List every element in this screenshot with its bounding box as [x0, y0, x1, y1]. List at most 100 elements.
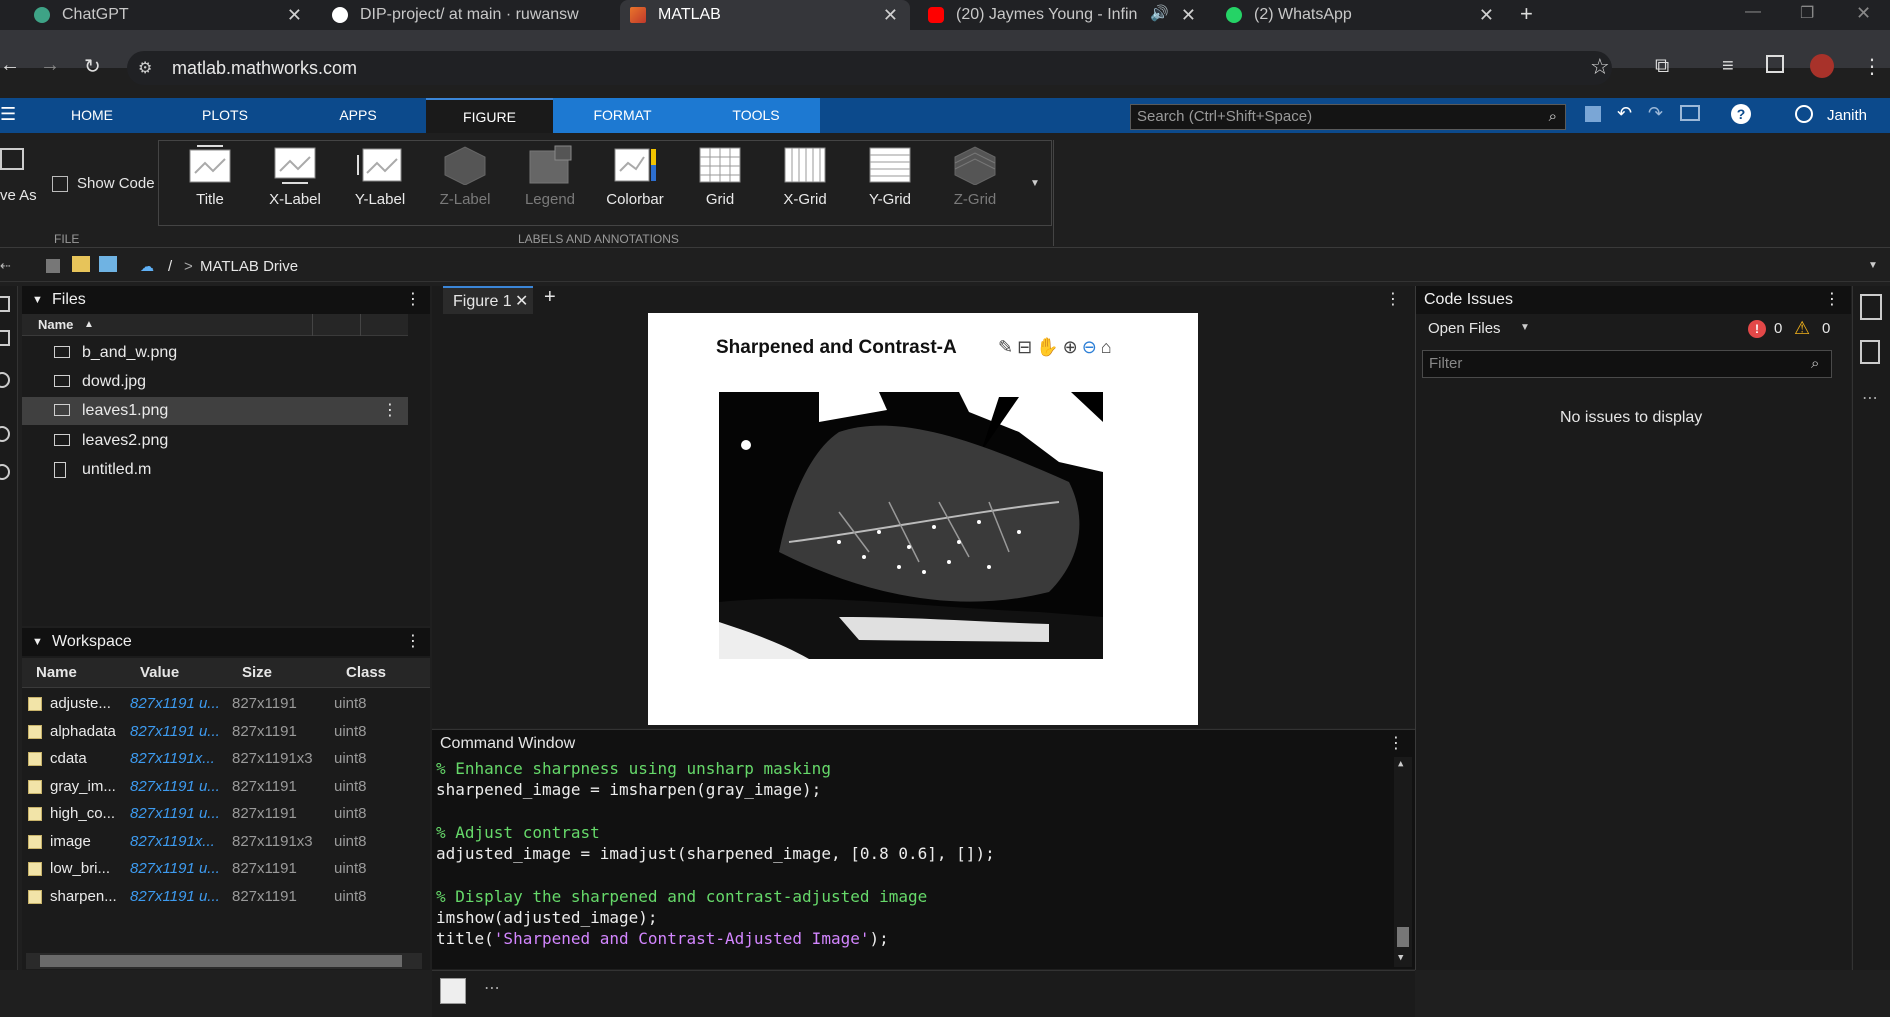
file-item[interactable]: leaves2.png: [22, 427, 408, 455]
profile-avatar[interactable]: [1810, 54, 1834, 78]
browser-menu-icon[interactable]: ⋮: [1862, 54, 1882, 79]
tab-plots[interactable]: PLOTS: [175, 98, 275, 133]
scrollbar-thumb[interactable]: [1397, 927, 1409, 947]
forward-icon[interactable]: →: [40, 54, 60, 77]
figure-canvas[interactable]: Sharpened and Contrast-A ✎⊟✋⊕⊖⌂: [648, 313, 1198, 725]
path-dropdown-icon[interactable]: ▼: [1868, 260, 1878, 271]
speaker-icon[interactable]: 🔊: [1150, 4, 1169, 22]
files-column-header[interactable]: Name ▲: [22, 314, 408, 336]
window-close-icon[interactable]: ✕: [1856, 3, 1871, 24]
workspace-menu-icon[interactable]: ⋮: [405, 628, 421, 656]
media-control-icon[interactable]: ≡: [1722, 55, 1734, 78]
code-issues-menu-icon[interactable]: ⋮: [1824, 286, 1840, 314]
side-panel-icon[interactable]: [1766, 55, 1784, 73]
tab-apps[interactable]: APPS: [308, 98, 408, 133]
undo-icon[interactable]: ↶: [1617, 103, 1632, 124]
hamburger-icon[interactable]: ☰: [0, 104, 16, 125]
scroll-down-icon[interactable]: ▼: [1398, 953, 1403, 963]
browse-folder-icon[interactable]: [99, 256, 117, 272]
command-vscrollbar[interactable]: ▲ ▼: [1394, 757, 1412, 967]
zoom-in-icon[interactable]: ⊕: [1063, 337, 1082, 357]
file-item-selected[interactable]: leaves1.png ⋮: [22, 397, 408, 425]
reload-icon[interactable]: ↻: [84, 54, 101, 79]
browser-tab-matlab[interactable]: MATLAB ✕: [620, 0, 910, 30]
browser-tab-chatgpt[interactable]: ChatGPT ✕: [24, 0, 314, 30]
close-tab-icon[interactable]: ✕: [883, 5, 898, 26]
save-as-button[interactable]: ve As: [0, 187, 37, 204]
tab-home[interactable]: HOME: [42, 98, 142, 133]
nav-back-icon[interactable]: ⇠: [0, 258, 11, 274]
browser-tab-github[interactable]: DIP-project/ at main · ruwansw: [322, 0, 616, 30]
collapse-icon[interactable]: ▼: [32, 286, 43, 314]
workspace-row[interactable]: low_bri... 827x1191 u... 827x1191 uint8: [22, 855, 428, 882]
tab-format[interactable]: FORMAT: [553, 98, 692, 133]
user-name[interactable]: Janith: [1827, 107, 1867, 124]
scroll-up-icon[interactable]: ▲: [1398, 759, 1403, 769]
more-rail-icon[interactable]: ⋯: [1862, 388, 1878, 408]
close-tab-icon[interactable]: ✕: [1479, 5, 1494, 26]
command-window-menu-icon[interactable]: ⋮: [1388, 730, 1404, 758]
file-item[interactable]: untitled.m: [22, 456, 408, 484]
new-folder-icon[interactable]: [72, 256, 90, 272]
workspace-row[interactable]: image 827x1191x... 827x1191x3 uint8: [22, 828, 428, 855]
workspace-column-header[interactable]: Name Value Size Class: [22, 658, 430, 688]
brush-icon[interactable]: ✎: [998, 337, 1017, 357]
close-tab-icon[interactable]: ✕: [287, 5, 302, 26]
scrollbar-thumb[interactable]: [40, 955, 402, 967]
x-grid-button[interactable]: X-Grid: [770, 145, 840, 208]
browser-tab-youtube[interactable]: (20) Jaymes Young - Infinity 🔊 ✕: [918, 0, 1208, 30]
workspace-row[interactable]: high_co... 827x1191 u... 827x1191 uint8: [22, 800, 428, 827]
show-code-checkbox[interactable]: [52, 176, 68, 192]
workspace-hscrollbar[interactable]: [26, 953, 422, 969]
document-rail-icon[interactable]: [1860, 340, 1880, 364]
new-tab-button[interactable]: +: [1520, 1, 1533, 27]
figure-tab[interactable]: Figure 1 ✕: [443, 286, 533, 314]
command-prompt-icon[interactable]: [440, 978, 466, 1004]
figure-menu-icon[interactable]: ⋮: [1385, 289, 1401, 309]
y-label-button[interactable]: Y-Label: [345, 145, 415, 208]
up-folder-icon[interactable]: [46, 259, 60, 273]
gallery-expand-icon[interactable]: ▼: [1030, 178, 1040, 189]
workspace-row[interactable]: sharpen... 827x1191 u... 827x1191 uint8: [22, 883, 428, 910]
extensions-icon[interactable]: ⧉: [1655, 55, 1669, 78]
file-item[interactable]: dowd.jpg: [22, 368, 408, 396]
collapse-icon[interactable]: ▼: [32, 628, 43, 656]
code-issues-rail-icon[interactable]: [1860, 294, 1882, 320]
tab-figure[interactable]: FIGURE: [426, 98, 553, 133]
url-text[interactable]: matlab.mathworks.com: [172, 58, 357, 79]
restore-icon[interactable]: ❐: [1800, 3, 1814, 23]
workspace-row[interactable]: cdata 827x1191x... 827x1191x3 uint8: [22, 745, 428, 772]
grid-button[interactable]: Grid: [685, 145, 755, 208]
filter-input[interactable]: Filter ⌕: [1422, 350, 1832, 378]
files-menu-icon[interactable]: ⋮: [405, 286, 421, 314]
project-rail-icon[interactable]: [0, 330, 10, 346]
file-actions-icon[interactable]: ⋮: [382, 397, 398, 425]
close-tab-icon[interactable]: ✕: [1181, 5, 1196, 26]
file-item[interactable]: b_and_w.png: [22, 339, 408, 367]
path-folder[interactable]: MATLAB Drive: [200, 258, 298, 275]
minimize-icon[interactable]: —: [1745, 3, 1761, 21]
workspace-row[interactable]: alphadata 827x1191 u... 827x1191 uint8: [22, 718, 428, 745]
redo-icon[interactable]: ↷: [1648, 103, 1663, 124]
bookmark-star-icon[interactable]: ☆: [1590, 54, 1610, 80]
colorbar-button[interactable]: Colorbar: [600, 145, 670, 208]
zoom-out-icon[interactable]: ⊖: [1082, 337, 1101, 357]
title-button[interactable]: Title: [175, 145, 245, 208]
search-input[interactable]: Search (Ctrl+Shift+Space) ⌕: [1130, 104, 1566, 130]
tab-tools[interactable]: TOOLS: [692, 98, 820, 133]
workspace-row[interactable]: gray_im... 827x1191 u... 827x1191 uint8: [22, 773, 428, 800]
axes-toolbar[interactable]: ✎⊟✋⊕⊖⌂: [998, 337, 1116, 358]
more-icon[interactable]: ⋯: [484, 978, 500, 998]
command-window[interactable]: % Enhance sharpness using unsharp maskin…: [432, 757, 1415, 969]
home-icon[interactable]: ⌂: [1101, 337, 1116, 357]
help-icon[interactable]: ?: [1731, 104, 1751, 124]
data-tip-icon[interactable]: ⊟: [1017, 337, 1036, 357]
save-icon[interactable]: [1585, 106, 1601, 122]
scope-dropdown[interactable]: Open Files ▼: [1428, 320, 1530, 337]
y-grid-button[interactable]: Y-Grid: [855, 145, 925, 208]
close-figure-icon[interactable]: ✕: [515, 288, 528, 316]
user-icon[interactable]: [1795, 105, 1813, 123]
x-label-button[interactable]: X-Label: [260, 145, 330, 208]
pan-icon[interactable]: ✋: [1036, 337, 1062, 357]
browser-tab-whatsapp[interactable]: (2) WhatsApp ✕: [1216, 0, 1506, 30]
